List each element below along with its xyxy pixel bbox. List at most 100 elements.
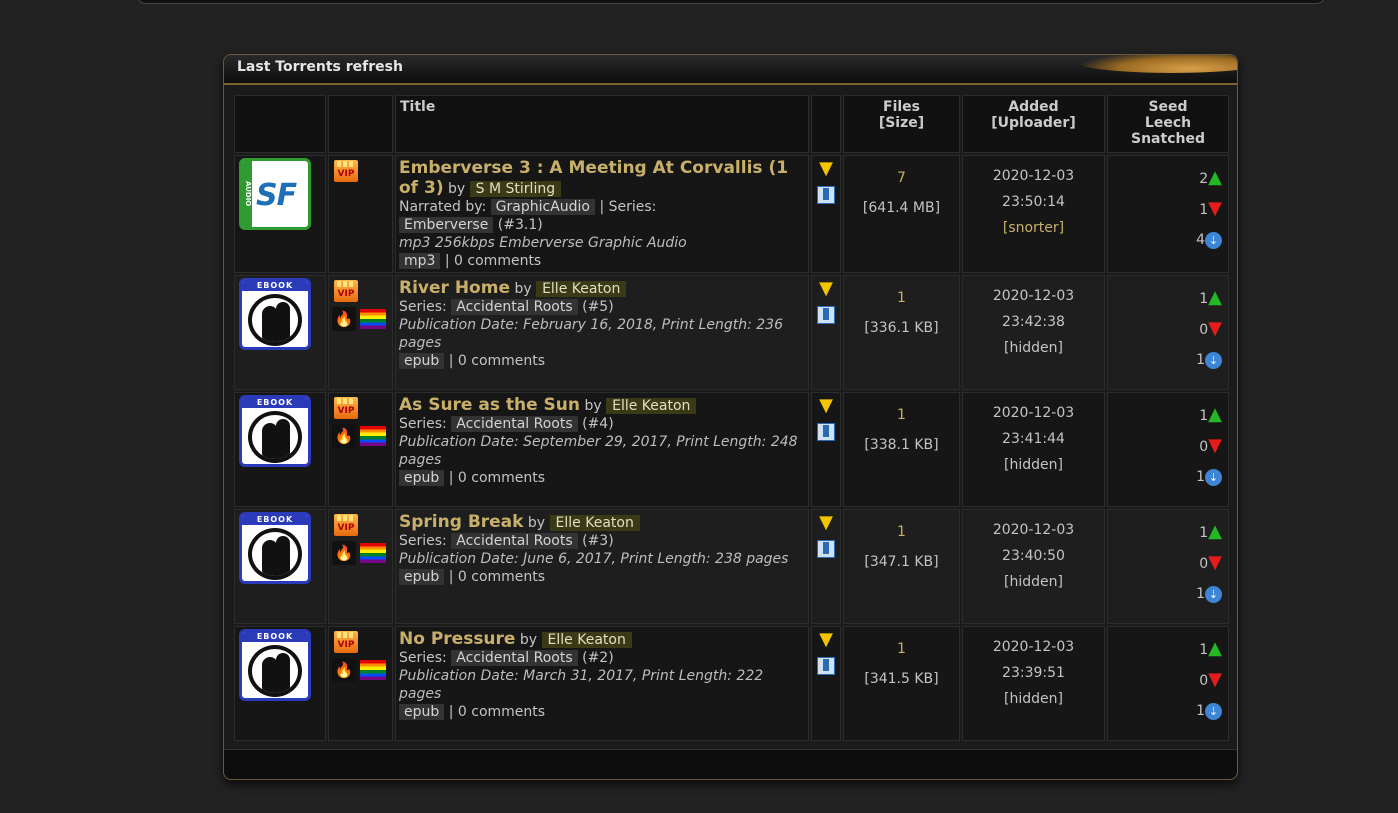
torrent-title-link[interactable]: No Pressure: [399, 629, 515, 649]
bookmark-icon[interactable]: [817, 423, 835, 441]
comments-link[interactable]: | 0 comments: [449, 353, 545, 369]
torrent-title-link[interactable]: Spring Break: [399, 512, 523, 532]
file-count[interactable]: 7: [847, 170, 956, 186]
bookmark-icon[interactable]: [817, 540, 835, 558]
torrent-description: mp3 256kbps Emberverse Graphic Audio: [399, 235, 687, 251]
format-tag[interactable]: epub: [399, 569, 445, 585]
bookmark-icon[interactable]: [817, 657, 835, 675]
audiobook-category-icon[interactable]: AUDIO SF: [239, 158, 311, 230]
leechers-count[interactable]: 0: [1199, 556, 1208, 572]
header-added[interactable]: Added: [1008, 99, 1058, 115]
header-size[interactable]: [Size]: [879, 115, 924, 131]
download-cell: ▼: [811, 275, 841, 390]
uploader-hidden: [hidden]: [1004, 457, 1063, 473]
torrent-size: [347.1 KB]: [864, 554, 939, 570]
snatched-count[interactable]: 1: [1196, 586, 1205, 602]
download-icon[interactable]: ▼: [818, 158, 834, 180]
series-label: Series:: [399, 299, 447, 315]
torrent-description: Publication Date: September 29, 2017, Pr…: [399, 434, 798, 468]
snatched-count[interactable]: 1: [1196, 469, 1205, 485]
leechers-count[interactable]: 0: [1199, 439, 1208, 455]
header-stats[interactable]: Seed Leech Snatched: [1107, 95, 1229, 153]
leech-down-arrow-icon: ▼: [1208, 552, 1222, 573]
series-link[interactable]: Accidental Roots: [451, 416, 578, 432]
leechers-count[interactable]: 0: [1199, 322, 1208, 338]
seeders-count[interactable]: 1: [1199, 525, 1208, 541]
seeders-count[interactable]: 1: [1199, 408, 1208, 424]
comments-link[interactable]: | 0 comments: [449, 470, 545, 486]
uploader-link[interactable]: [snorter]: [966, 220, 1101, 236]
header-leech[interactable]: Leech: [1145, 115, 1191, 131]
author-link[interactable]: Elle Keaton: [549, 515, 640, 531]
by-label: by: [584, 398, 602, 414]
format-tag[interactable]: mp3: [399, 253, 441, 269]
seed-up-arrow-icon: ▲: [1208, 521, 1222, 542]
author-link[interactable]: Elle Keaton: [536, 281, 627, 297]
format-tag[interactable]: epub: [399, 470, 445, 486]
header-added-uploader[interactable]: Added [Uploader]: [962, 95, 1105, 153]
vip-icon: VIP: [334, 280, 358, 302]
uploader-hidden: [hidden]: [1004, 691, 1063, 707]
download-cell: ▼: [811, 509, 841, 624]
files-size-cell: 1 [347.1 KB]: [843, 509, 960, 624]
seeders-count[interactable]: 2: [1199, 171, 1208, 187]
header-category: [234, 95, 326, 153]
header-uploader[interactable]: [Uploader]: [991, 115, 1075, 131]
header-seed[interactable]: Seed: [1148, 99, 1187, 115]
seeders-count[interactable]: 1: [1199, 642, 1208, 658]
narrator-link[interactable]: GraphicAudio: [490, 199, 595, 215]
series-link[interactable]: Accidental Roots: [451, 299, 578, 315]
header-download: [811, 95, 841, 153]
comments-link[interactable]: | 0 comments: [449, 569, 545, 585]
snatched-icon: ⇣: [1205, 231, 1222, 249]
format-tag[interactable]: epub: [399, 353, 445, 369]
download-icon[interactable]: ▼: [818, 512, 834, 534]
torrent-title-link[interactable]: As Sure as the Sun: [399, 395, 580, 415]
author-link[interactable]: S M Stirling: [469, 181, 562, 197]
download-icon[interactable]: ▼: [818, 278, 834, 300]
series-link[interactable]: Emberverse: [399, 217, 494, 233]
comments-link[interactable]: | 0 comments: [449, 704, 545, 720]
flags-cell: VIP 🔥: [328, 509, 393, 624]
narrated-label: Narrated by:: [399, 199, 487, 215]
bookmark-icon[interactable]: [817, 186, 835, 204]
comments-link[interactable]: | 0 comments: [445, 253, 541, 269]
torrent-title-link[interactable]: River Home: [399, 278, 510, 298]
snatched-count[interactable]: 4: [1196, 232, 1205, 248]
download-icon[interactable]: ▼: [818, 395, 834, 417]
table-row: EBOOK VIP 🔥 River Home by Elle Keaton Se…: [234, 275, 1229, 390]
series-link[interactable]: Accidental Roots: [451, 650, 578, 666]
snatched-count[interactable]: 1: [1196, 703, 1205, 719]
author-link[interactable]: Elle Keaton: [606, 398, 697, 414]
snatched-count[interactable]: 1: [1196, 352, 1205, 368]
torrent-size: [338.1 KB]: [864, 437, 939, 453]
added-time: 23:40:50: [1002, 548, 1065, 564]
author-link[interactable]: Elle Keaton: [541, 632, 632, 648]
ebook-category-icon[interactable]: EBOOK: [239, 512, 311, 584]
bookmark-icon[interactable]: [817, 306, 835, 324]
file-count[interactable]: 1: [847, 290, 956, 306]
leechers-count[interactable]: 0: [1199, 673, 1208, 689]
file-count[interactable]: 1: [847, 407, 956, 423]
download-icon[interactable]: ▼: [818, 629, 834, 651]
format-tag[interactable]: epub: [399, 704, 445, 720]
ebook-category-icon[interactable]: EBOOK: [239, 278, 311, 350]
ebook-category-icon[interactable]: EBOOK: [239, 395, 311, 467]
title-cell: River Home by Elle Keaton Series: Accide…: [395, 275, 809, 390]
flags-cell: VIP 🔥: [328, 392, 393, 507]
header-title[interactable]: Title: [395, 95, 809, 153]
panel-footer: [224, 749, 1237, 779]
vip-icon: VIP: [334, 160, 358, 182]
added-cell: 2020-12-03 23:39:51 [hidden]: [962, 626, 1105, 741]
file-count[interactable]: 1: [847, 524, 956, 540]
seeders-count[interactable]: 1: [1199, 291, 1208, 307]
series-link[interactable]: Accidental Roots: [451, 533, 578, 549]
header-files[interactable]: Files: [883, 99, 920, 115]
added-time: 23:42:38: [1002, 314, 1065, 330]
ebook-label: EBOOK: [242, 281, 308, 291]
header-files-size[interactable]: Files [Size]: [843, 95, 960, 153]
header-snatched[interactable]: Snatched: [1131, 131, 1205, 147]
ebook-category-icon[interactable]: EBOOK: [239, 629, 311, 701]
leechers-count[interactable]: 1: [1199, 202, 1208, 218]
file-count[interactable]: 1: [847, 641, 956, 657]
